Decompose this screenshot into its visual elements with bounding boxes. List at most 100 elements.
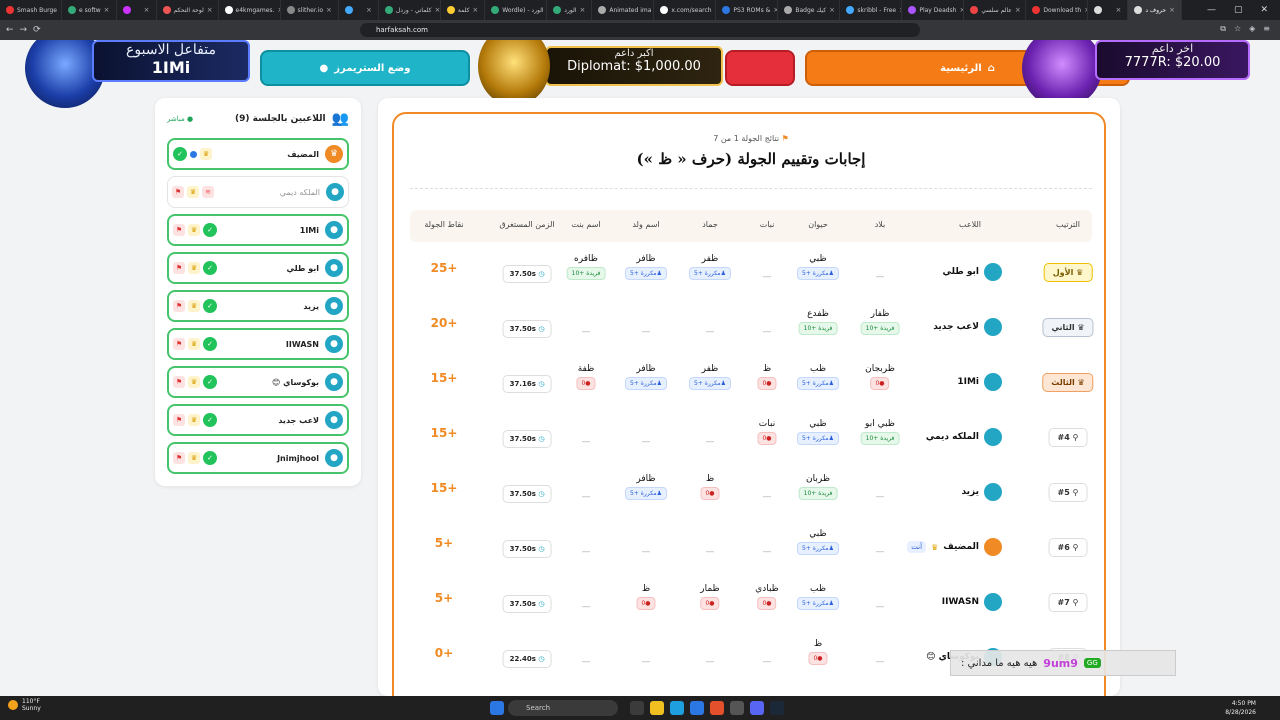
close-tab-icon[interactable]: × [1015,6,1021,14]
answer-cell: ظافر مكررة +5♟ [624,364,668,390]
browser-tab[interactable]: لوحة التحكم × [157,0,219,20]
browser-tab[interactable]: slither.io × [281,0,339,20]
taskbar-search[interactable]: Search [508,700,618,716]
round-points: 15+ [430,426,458,440]
player-card[interactable]: ● لاعب جديد ⚑ ♛ ✓ [167,404,349,436]
app-icon[interactable] [730,701,744,715]
translate-icon[interactable]: ⧉ [1220,24,1226,34]
close-tab-icon[interactable]: × [104,6,110,14]
browser-tab[interactable]: e softw × [62,0,117,20]
back-icon[interactable]: ← [6,25,14,35]
store-icon[interactable] [690,701,704,715]
player-card[interactable]: ● يزيد ⚑ ♛ ✓ [167,290,349,322]
red-action-button[interactable] [725,50,795,86]
browser-tab[interactable]: Download th× [1026,0,1089,20]
crown-icon[interactable]: ♛ [188,224,200,236]
menu-icon[interactable]: ≡ [1263,24,1270,34]
address-bar[interactable]: harfaksah.com [360,23,920,37]
answer-cell: ظبي مكررة +5♟ [796,529,840,555]
player-card[interactable]: ♛ المضيف ✓ ♛ [167,138,349,170]
kick-icon[interactable]: ⚑ [173,414,185,426]
browser-tab[interactable]: كلماتي - وردل × [379,0,441,20]
close-tab-icon[interactable]: × [1115,6,1121,14]
player-card[interactable]: ● الملكه ديمي ⚑ ♛ ≋ [167,176,349,208]
steam-icon[interactable] [770,701,784,715]
crown-icon[interactable]: ♛ [188,262,200,274]
crown-icon[interactable]: ♛ [188,338,200,350]
close-window-icon[interactable]: ✕ [1260,5,1268,15]
close-tab-icon[interactable]: × [144,6,150,14]
forward-icon[interactable]: → [20,25,28,35]
close-tab-icon[interactable]: × [1169,6,1175,14]
browser-tab[interactable]: e4kmgames.× [219,0,281,20]
browser-tab[interactable]: كلمة × [441,0,486,20]
player-card[interactable]: ● 1IMi ⚑ ♛ ✓ [167,214,349,246]
close-tab-icon[interactable]: × [579,6,585,14]
browser-tab[interactable]: skribbl - Free× [840,0,903,20]
duplicate-icon: ♟ [656,270,663,277]
browser-tab[interactable]: × [339,0,379,20]
reload-icon[interactable]: ⟳ [33,25,41,35]
brave-shield-icon[interactable]: ◈ [1249,24,1255,34]
minimize-icon[interactable]: — [1207,5,1216,15]
task-view-icon[interactable] [630,701,644,715]
crown-icon[interactable]: ♛ [188,414,200,426]
crown-icon[interactable]: ♛ [188,452,200,464]
crown-icon[interactable]: ♛ [188,300,200,312]
close-tab-icon[interactable]: × [207,6,213,14]
maximize-icon[interactable]: ▢ [1234,5,1243,15]
kick-icon[interactable]: ⚑ [173,338,185,350]
crown-icon[interactable]: ♛ [188,376,200,388]
answer: ظبي مكررة +5♟ [796,419,840,445]
score-badge: 0● [700,487,720,500]
edge-icon[interactable] [670,701,684,715]
player-card[interactable]: ● Jnimjhool ⚑ ♛ ✓ [167,442,349,474]
score-badge: مكررة +5♟ [624,377,668,390]
close-tab-icon[interactable]: × [829,6,835,14]
streamer-mode-button[interactable]: ● وضع الستريمرز [260,50,470,86]
browser-tab[interactable]: × [1088,0,1129,20]
answer-word: ظبي ابو [865,419,895,429]
close-tab-icon[interactable]: × [435,6,440,14]
kick-icon[interactable]: ⚑ [173,452,185,464]
system-clock[interactable]: 4:50 PM 8/28/2026 [1225,699,1256,717]
browser-tab[interactable]: عالم سلسي × [964,0,1027,20]
weather-widget[interactable]: 110°F Sunny [8,698,41,712]
file-explorer-icon[interactable] [650,701,664,715]
favicon-icon [846,6,855,14]
bookmark-icon[interactable]: ☆ [1234,24,1241,34]
brave-icon[interactable] [710,701,724,715]
browser-tab[interactable]: PS3 ROMs &× [716,0,779,20]
discord-icon[interactable] [750,701,764,715]
close-tab-icon[interactable]: × [326,6,332,14]
kick-icon[interactable]: ⚑ [173,300,185,312]
player-card[interactable]: ● بوكوساي 😊 ⚑ ♛ ✓ [167,366,349,398]
windows-start-icon[interactable] [490,701,504,715]
score-text: مكررة +5 [801,380,829,387]
browser-tab[interactable]: Play Deadsh× [902,0,965,20]
kick-icon[interactable]: ⚑ [173,262,185,274]
crown-icon[interactable]: ♛ [187,186,199,198]
kick-icon[interactable]: ⚑ [172,186,184,198]
last-supporter-panel: اخر داعم 7777R: $20.00 [1095,40,1250,80]
player-card[interactable]: ● IIWASN ⚑ ♛ ✓ [167,328,349,360]
kick-icon[interactable]: ⚑ [173,376,185,388]
column-header: جماد [702,220,718,229]
score-badge: فريدة +10 [566,267,606,280]
score-badge: فريدة +10 [798,487,838,500]
kick-icon[interactable]: ⚑ [173,224,185,236]
browser-tab[interactable]: x.com/search× [654,0,717,20]
browser-tab[interactable]: Animated ima× [592,0,655,20]
browser-tab[interactable]: حروف د × [1128,0,1182,20]
browser-tab[interactable]: Badge كيك × [778,0,841,20]
browser-tab[interactable]: × [117,0,157,20]
player-card[interactable]: ● ابو طلي ⚑ ♛ ✓ [167,252,349,284]
close-tab-icon[interactable]: × [366,6,372,14]
close-tab-icon[interactable]: × [472,6,478,14]
browser-tab-label: Animated ima [609,6,652,14]
browser-tab[interactable]: Smash Burge× [0,0,62,20]
browser-tab[interactable]: الورد × [547,0,593,20]
browser-tab[interactable]: Wordle) - الورد× [485,0,548,20]
player-cell: 1IMi [957,373,1002,391]
time-badge: 37.50s ◷ [502,430,552,448]
